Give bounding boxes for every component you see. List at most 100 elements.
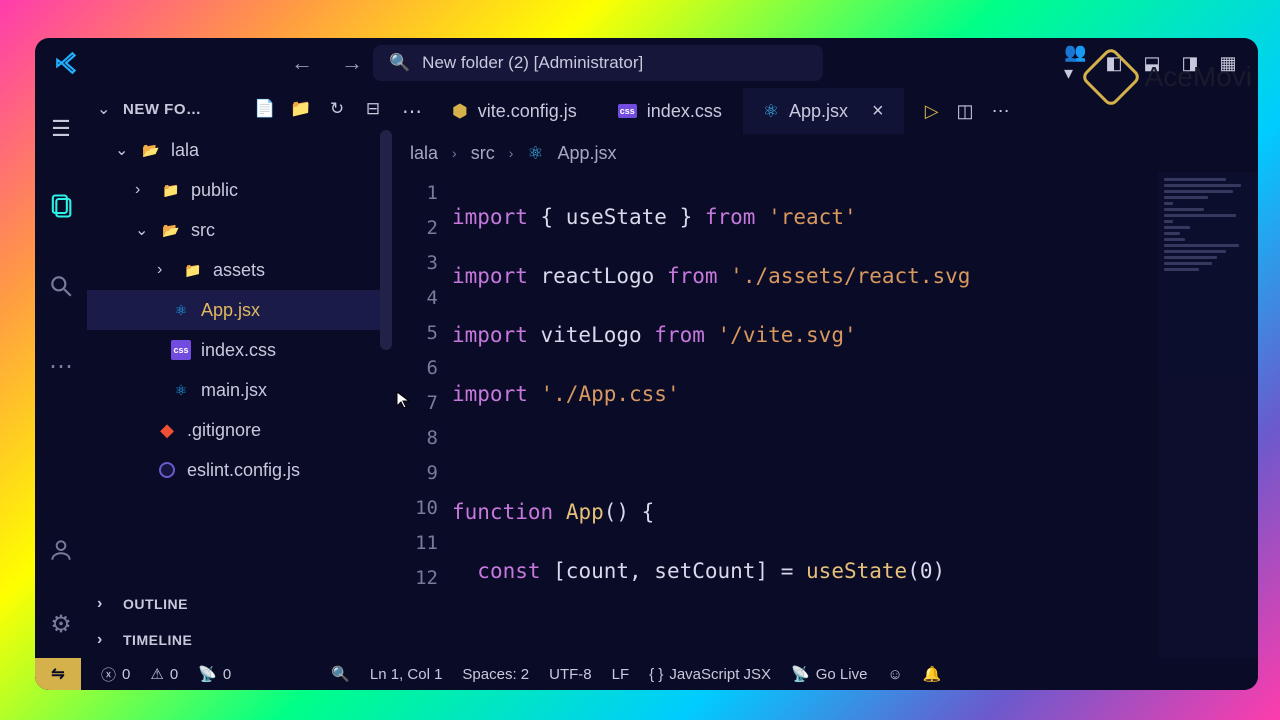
run-icon[interactable]: ▷ (925, 101, 939, 122)
error-icon: ⓧ (101, 664, 116, 685)
tab-label: index.css (647, 101, 722, 122)
search-activity-icon[interactable] (45, 270, 77, 302)
watermark-logo-icon (1080, 46, 1142, 108)
chevron-right-icon: › (509, 145, 514, 161)
tree-file-app-jsx[interactable]: ⚛ App.jsx (87, 290, 392, 330)
editor-group: ⋯ ⬢ vite.config.js css index.css ⚛ App.j… (392, 88, 1258, 658)
tree-item-label: public (191, 180, 238, 201)
breadcrumb-part[interactable]: lala (410, 143, 438, 164)
command-center[interactable]: 🔍 New folder (2) [Administrator] (373, 45, 823, 81)
tab-label: App.jsx (789, 101, 848, 122)
new-folder-icon[interactable]: 📁 (290, 98, 312, 120)
tree-folder-src[interactable]: ⌄ 📂 src (87, 210, 392, 250)
tree-item-label: src (191, 220, 215, 241)
tab-label: vite.config.js (478, 101, 577, 122)
menu-icon[interactable]: ☰ (51, 116, 71, 142)
chevron-right-icon: › (157, 261, 173, 279)
vscode-logo-icon (53, 49, 81, 77)
broadcast-icon: 📡 (791, 665, 810, 683)
watermark: AceMovi (1089, 55, 1252, 99)
minimap[interactable] (1158, 172, 1258, 658)
close-icon[interactable]: × (872, 100, 884, 123)
folder-open-icon: 📂 (161, 220, 181, 240)
nav-back-icon[interactable]: ← (291, 50, 313, 76)
chevron-right-icon: › (452, 145, 457, 161)
collapse-all-icon[interactable]: ⊟ (362, 98, 384, 120)
title-bar: ← → 🔍 New folder (2) [Administrator] 👥 ▾… (35, 38, 1258, 88)
explorer-sidebar: ⌄ NEW FO… 📄 📁 ↻ ⊟ ⌄ 📂 lala › 📁 (87, 88, 392, 658)
outline-section[interactable]: › OUTLINE (87, 586, 392, 622)
account-icon[interactable] (45, 534, 77, 566)
file-tree: ⌄ 📂 lala › 📁 public ⌄ 📂 src › 📁 (87, 130, 392, 586)
tab-index-css[interactable]: css index.css (598, 88, 743, 134)
status-bar: ⇋ ⓧ0 ⚠0 📡0 🔍 Ln 1, Col 1 Spaces: 2 UTF-8… (35, 658, 1258, 690)
eol[interactable]: LF (612, 666, 630, 683)
nav-forward-icon[interactable]: → (341, 50, 363, 76)
activity-bar: ☰ ⋯ ⚙ (35, 88, 87, 658)
indentation[interactable]: Spaces: 2 (462, 666, 529, 683)
folder-open-icon: 📂 (141, 140, 161, 160)
react-icon: ⚛ (171, 300, 191, 320)
tree-scrollbar[interactable] (380, 130, 392, 350)
breadcrumb[interactable]: lala › src › ⚛ App.jsx (392, 134, 1258, 172)
tab-vite-config[interactable]: ⬢ vite.config.js (432, 88, 598, 134)
more-actions-icon[interactable]: ⋯ (992, 101, 1010, 122)
tree-item-label: index.css (201, 340, 276, 361)
antenna-icon: 📡 (198, 665, 217, 683)
tree-folder-lala[interactable]: ⌄ 📂 lala (87, 130, 392, 170)
line-gutter: 123456789101112 (392, 172, 452, 658)
react-icon: ⚛ (527, 143, 543, 164)
chevron-down-icon: ⌄ (135, 220, 151, 240)
css-icon: css (618, 104, 637, 118)
react-icon: ⚛ (763, 101, 779, 122)
go-live[interactable]: 📡Go Live (791, 665, 867, 683)
command-center-text: New folder (2) [Administrator] (422, 53, 643, 73)
zoom-icon[interactable]: 🔍 (331, 665, 350, 683)
tree-file-eslint-config[interactable]: eslint.config.js (87, 450, 392, 490)
tree-file-main-jsx[interactable]: ⚛ main.jsx (87, 370, 392, 410)
cursor-position[interactable]: Ln 1, Col 1 (370, 666, 443, 683)
refresh-icon[interactable]: ↻ (326, 98, 348, 120)
feedback-icon[interactable]: ☺ (887, 666, 902, 683)
js-icon: ⬢ (452, 101, 468, 122)
chevron-down-icon[interactable]: ⌄ (97, 99, 113, 119)
tree-item-label: assets (213, 260, 265, 281)
code-editor[interactable]: import { useState } from 'react' import … (452, 172, 1258, 658)
errors-indicator[interactable]: ⓧ0 (101, 664, 130, 685)
breadcrumb-part[interactable]: App.jsx (558, 143, 617, 164)
tree-folder-public[interactable]: › 📁 public (87, 170, 392, 210)
react-icon: ⚛ (171, 380, 191, 400)
timeline-section[interactable]: › TIMELINE (87, 622, 392, 658)
language-mode[interactable]: { }JavaScript JSX (649, 666, 771, 683)
more-activity-icon[interactable]: ⋯ (45, 350, 77, 382)
tree-file-index-css[interactable]: css index.css (87, 330, 392, 370)
tree-file-gitignore[interactable]: ◆ .gitignore (87, 410, 392, 450)
tab-overflow-icon[interactable]: ⋯ (392, 88, 432, 134)
settings-gear-icon[interactable]: ⚙ (45, 608, 77, 640)
ports-indicator[interactable]: 📡0 (198, 665, 231, 683)
tree-item-label: main.jsx (201, 380, 267, 401)
explorer-icon[interactable] (45, 190, 77, 222)
search-icon: 🔍 (389, 53, 410, 73)
tree-item-label: .gitignore (187, 420, 261, 441)
tree-folder-assets[interactable]: › 📁 assets (87, 250, 392, 290)
warnings-indicator[interactable]: ⚠0 (150, 665, 178, 683)
breadcrumb-part[interactable]: src (471, 143, 495, 164)
section-label: TIMELINE (123, 632, 192, 648)
tab-app-jsx[interactable]: ⚛ App.jsx × (743, 88, 905, 134)
braces-icon: { } (649, 666, 663, 683)
notifications-icon[interactable]: 🔔 (923, 665, 942, 683)
new-file-icon[interactable]: 📄 (254, 98, 276, 120)
chevron-right-icon: › (97, 631, 113, 649)
watermark-text: AceMovi (1145, 61, 1252, 93)
remote-indicator[interactable]: ⇋ (35, 658, 81, 690)
split-editor-icon[interactable]: ◫ (957, 101, 974, 122)
tree-item-label: lala (171, 140, 199, 161)
workspace-name: NEW FO… (123, 101, 202, 118)
tree-item-label: eslint.config.js (187, 460, 300, 481)
app-window: ← → 🔍 New folder (2) [Administrator] 👥 ▾… (35, 38, 1258, 690)
css-icon: css (171, 340, 191, 360)
warning-icon: ⚠ (150, 665, 163, 683)
folder-icon: 📁 (183, 260, 203, 280)
encoding[interactable]: UTF-8 (549, 666, 592, 683)
